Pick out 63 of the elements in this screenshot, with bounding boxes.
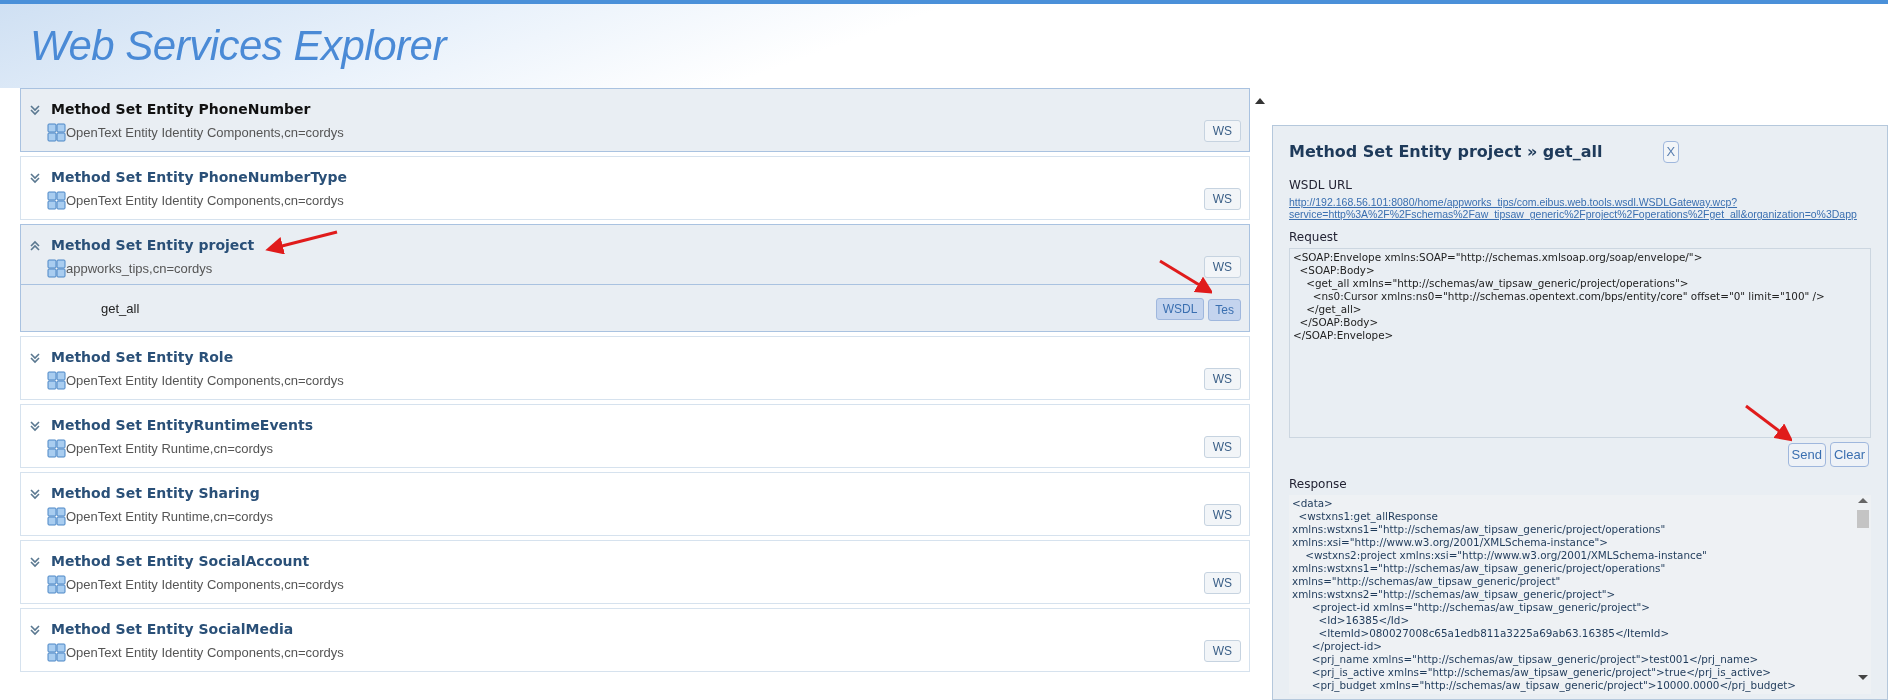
method-set-subtitle: OpenText Entity Identity Components,cn=cordys [66, 575, 344, 594]
method-set-item[interactable]: Method Set Entity SocialAccount OpenText Entity Identity Components,cn=cordys WS [20, 540, 1250, 604]
method-name[interactable]: get_all [101, 299, 140, 319]
cube-grid-icon [47, 439, 66, 458]
expand-icon[interactable] [29, 622, 41, 637]
clear-button[interactable]: Clear [1829, 442, 1869, 467]
cube-grid-icon [47, 191, 66, 210]
method-set-item[interactable]: Method Set EntityRuntimeEvents OpenText Entity Runtime,cn=cordys WS [20, 404, 1250, 468]
expand-icon[interactable] [29, 418, 41, 433]
method-set-title: Method Set Entity Sharing [51, 484, 260, 503]
method-set-title: Method Set Entity SocialMedia [51, 620, 294, 639]
wsdl-url-link[interactable]: service=http%3A%2F%2Fschemas%2Faw_tipsaw_generic%2Fproject%2Foperations%2Fget_all&organization=o%3Dapp [1289, 208, 1887, 220]
cube-grid-icon [47, 123, 66, 142]
cube-grid-icon [47, 507, 66, 526]
request-field[interactable]: <SOAP:Envelope xmlns:SOAP="http://schemas.xmlsoap.org/soap/envelope/"> <SOAP:Body> <get_all xmlns="http://schemas/aw_tipsaw_generic/project/operations"> <ns0:Cursor xmlns:ns0="http://schemas.opentext.com/bps/entity/core" offset="0" limit="100" /> </get_all> </SOAP:Body> </SOAP:Envelope> [1289, 248, 1871, 438]
method-set-title: Method Set Entity PhoneNumberType [51, 168, 347, 187]
method-set-subtitle: OpenText Entity Identity Components,cn=cordys [66, 191, 344, 210]
wsdl-url-link[interactable]: http://192.168.56.101:8080/home/appworks_tips/com.eibus.web.tools.wsdl.WSDLGateway.wcp? [1289, 196, 1887, 208]
method-set-subtitle: OpenText Entity Runtime,cn=cordys [66, 507, 273, 526]
page-title: Web Services Explorer [30, 21, 446, 71]
method-set-subtitle: appworks_tips,cn=cordys [66, 259, 213, 278]
method-set-subtitle: OpenText Entity Identity Components,cn=cordys [66, 643, 344, 662]
test-button[interactable]: Tes [1208, 299, 1241, 321]
cube-grid-icon [47, 259, 66, 278]
cube-grid-icon [47, 575, 66, 594]
response-label: Response [1289, 475, 1347, 493]
method-set-item[interactable]: Method Set Entity PhoneNumber OpenText Entity Identity Components,cn=cordys WS [20, 88, 1250, 152]
method-set-title: Method Set Entity Role [51, 348, 234, 367]
expand-icon[interactable] [29, 102, 41, 117]
method-set-title: Method Set Entity project [51, 236, 255, 255]
collapse-icon[interactable] [29, 238, 41, 253]
wsdl-button[interactable]: WS [1203, 256, 1241, 278]
method-set-item[interactable]: Method Set Entity PhoneNumberType OpenText Entity Identity Components,cn=cordys WS [20, 156, 1250, 220]
method-set-subtitle: OpenText Entity Identity Components,cn=cordys [66, 371, 344, 390]
method-set-title: Method Set Entity PhoneNumber [51, 100, 311, 119]
method-set-item[interactable]: Method Set Entity SocialMedia OpenText Entity Identity Components,cn=cordys WS [20, 608, 1250, 672]
cube-grid-icon [47, 371, 66, 390]
close-button[interactable]: X [1662, 141, 1680, 163]
panel-title: Method Set Entity project » get_all [1289, 141, 1603, 163]
wsdl-button[interactable]: WSDL [1155, 298, 1205, 320]
method-set-item[interactable]: Method Set Entity Sharing OpenText Entity Runtime,cn=cordys WS [20, 472, 1250, 536]
cube-grid-icon [47, 643, 66, 662]
expand-icon[interactable] [29, 486, 41, 501]
expand-icon[interactable] [29, 170, 41, 185]
expand-icon[interactable] [29, 554, 41, 569]
wsdl-button[interactable]: WS [1203, 640, 1241, 662]
method-set-title: Method Set EntityRuntimeEvents [51, 416, 314, 435]
method-set-title: Method Set Entity SocialAccount [51, 552, 310, 571]
wsdl-button[interactable]: WS [1203, 504, 1241, 526]
wsdl-button[interactable]: WS [1203, 436, 1241, 458]
method-set-subtitle: OpenText Entity Runtime,cn=cordys [66, 439, 273, 458]
wsdl-url-label: WSDL URL [1289, 177, 1353, 194]
scroll-up-icon[interactable] [1254, 96, 1266, 105]
expand-icon[interactable] [29, 350, 41, 365]
method-set-subtitle: OpenText Entity Identity Components,cn=cordys [66, 123, 344, 142]
wsdl-button[interactable]: WS [1203, 368, 1241, 390]
wsdl-button[interactable]: WS [1203, 120, 1241, 142]
method-set-item[interactable]: Method Set Entity Role OpenText Entity Identity Components,cn=cordys WS [20, 336, 1250, 400]
wsdl-button[interactable]: WS [1203, 572, 1241, 594]
wsdl-button[interactable]: WS [1203, 188, 1241, 210]
request-label: Request [1289, 229, 1338, 246]
send-button[interactable]: Send [1787, 443, 1826, 467]
method-set-item[interactable]: Method Set Entity project appworks_tips,cn=cordys WS get_all WSDL Tes [20, 224, 1250, 332]
